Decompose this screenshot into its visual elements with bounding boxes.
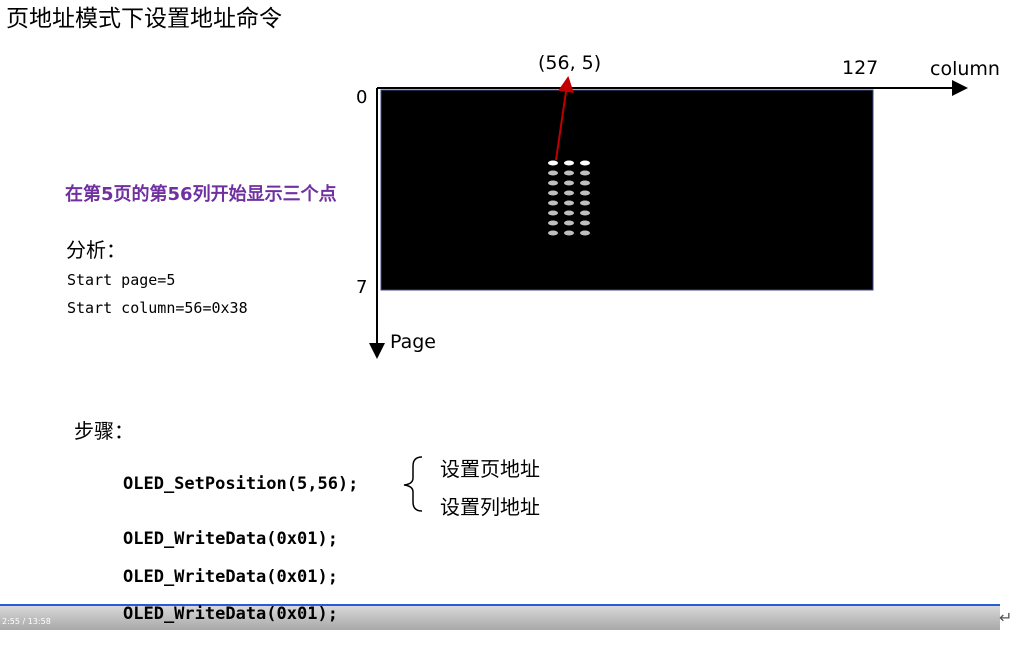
return-icon: ↵ [999, 608, 1013, 627]
code-line: OLED_WriteData(0x01); [123, 529, 338, 549]
analysis-heading: 分析： [66, 238, 126, 262]
pixel-dot [548, 210, 558, 216]
oled-screen [380, 89, 874, 291]
pixel-dot [564, 210, 574, 216]
pixel-dot [548, 220, 558, 226]
steps-heading: 步骤： [74, 419, 134, 443]
pixel-dot [580, 170, 590, 176]
pixel-dot [548, 180, 558, 186]
pixel-dot [564, 160, 574, 166]
code-note: 设置列地址 [440, 495, 540, 519]
task-description: 在第5页的第56列开始显示三个点 [65, 184, 337, 205]
pixel-dot [564, 200, 574, 206]
oled-diagram [369, 76, 968, 512]
page-min-tick: 0 [356, 87, 368, 108]
pixel-dot [580, 180, 590, 186]
pixel-dot [580, 190, 590, 196]
page-axis-label: Page [390, 331, 436, 353]
code-line: OLED_WriteData(0x01); [123, 604, 338, 624]
pixel-dot [580, 220, 590, 226]
pixel-dot [580, 230, 590, 236]
pixel-dot [548, 170, 558, 176]
analysis-line: Start page=5 [67, 271, 176, 289]
page-max-tick: 7 [356, 277, 368, 298]
coordinate-label: (56, 5) [538, 52, 602, 74]
pixel-dot [564, 180, 574, 186]
pixel-dot [548, 200, 558, 206]
code-note: 设置页地址 [440, 457, 540, 481]
code-line: OLED_WriteData(0x01); [123, 567, 338, 587]
pixel-dot [548, 190, 558, 196]
pixel-dot [580, 160, 590, 166]
pixel-dot [564, 230, 574, 236]
pixel-dot [580, 200, 590, 206]
column-max-tick: 127 [842, 57, 879, 79]
code-line: OLED_SetPosition(5,56); [123, 474, 359, 494]
analysis-line: Start column=56=0x38 [67, 299, 248, 317]
pixel-dot [564, 220, 574, 226]
pixel-dot [548, 160, 558, 166]
pixel-dot [580, 210, 590, 216]
pixel-dot [564, 170, 574, 176]
video-time-readout: 2:55 / 13:58 [2, 617, 51, 626]
column-axis-label: column [930, 58, 1000, 80]
brace-icon [403, 456, 423, 512]
pixel-dot [564, 190, 574, 196]
pixel-dot [548, 230, 558, 236]
